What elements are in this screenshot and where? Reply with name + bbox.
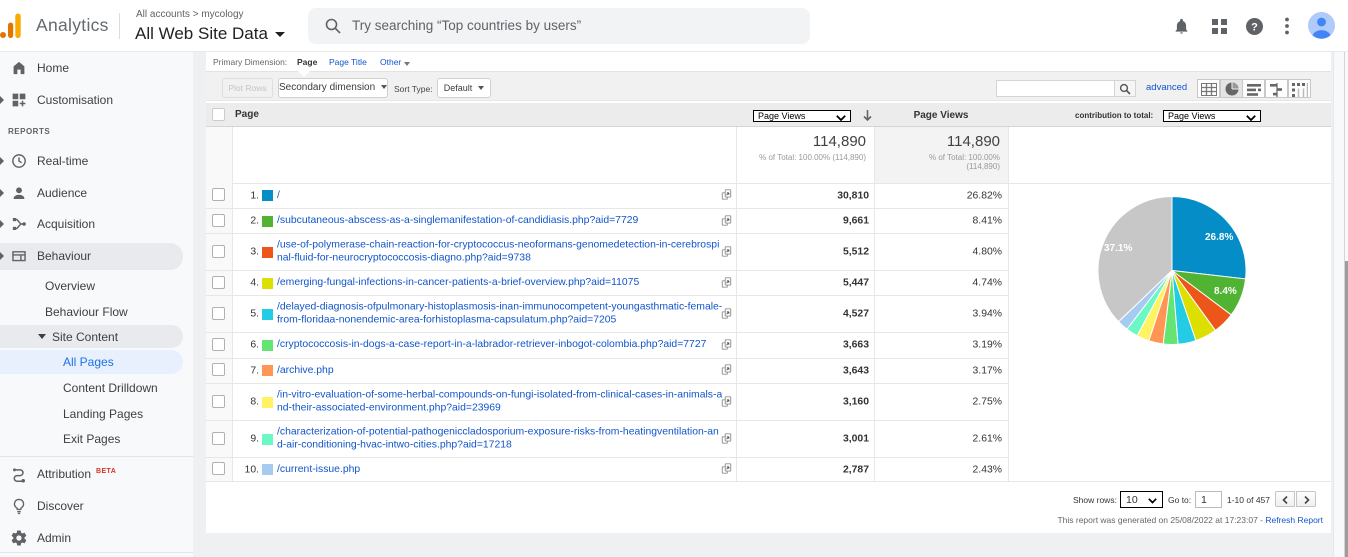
svg-text:37.1%: 37.1% [1104, 243, 1132, 254]
svg-text:?: ? [1251, 22, 1258, 34]
svg-text:8.4%: 8.4% [1214, 286, 1237, 297]
svg-text:26.8%: 26.8% [1205, 232, 1233, 243]
